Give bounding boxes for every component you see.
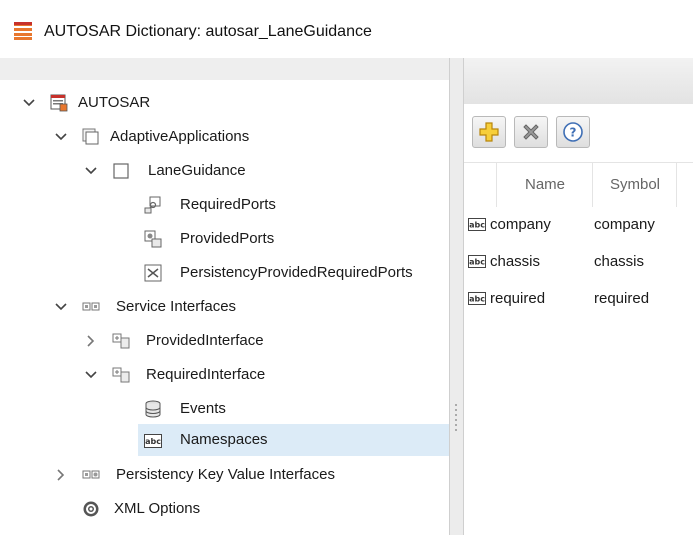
chevron-right-icon[interactable] — [54, 460, 68, 490]
table-row[interactable]: abc chassis chassis — [464, 243, 693, 280]
tree-node-xml-options[interactable]: XML Options — [0, 494, 449, 524]
tree-label: Events — [180, 400, 226, 417]
interface-icon — [112, 333, 130, 349]
autosar-root-icon — [50, 94, 68, 112]
tree-node-autosar[interactable]: AUTOSAR — [0, 88, 449, 118]
delete-button[interactable] — [514, 116, 548, 148]
tree-label: ProvidedPorts — [180, 230, 275, 247]
svg-text:abc: abc — [145, 437, 161, 446]
database-icon — [145, 400, 161, 418]
tree-label: AUTOSAR — [78, 94, 151, 111]
table-row[interactable]: abc company company — [464, 206, 693, 243]
service-interfaces-icon — [82, 302, 100, 311]
tree-label: RequiredInterface — [146, 366, 266, 383]
title-bar: AUTOSAR Dictionary: autosar_LaneGuidance — [0, 0, 693, 59]
tree-node-lane-guidance[interactable]: LaneGuidance — [0, 156, 449, 186]
svg-text:abc: abc — [469, 295, 485, 304]
add-button[interactable] — [472, 116, 506, 148]
pane-splitter[interactable] — [450, 58, 464, 535]
chevron-down-icon[interactable] — [84, 360, 98, 390]
persistency-port-icon — [144, 264, 162, 282]
namespaces-table: Name Symbol abc company company abc chas… — [464, 162, 693, 535]
chevron-down-icon[interactable] — [84, 156, 98, 186]
tree-node-required-ports[interactable]: RequiredPorts — [0, 190, 449, 220]
splitter-grip — [455, 424, 457, 426]
tree-label: LaneGuidance — [148, 162, 246, 179]
add-icon — [479, 122, 499, 142]
tree-node-namespaces[interactable]: abc Namespaces — [138, 424, 449, 456]
table-header: Name Symbol — [464, 162, 693, 207]
cell-symbol: chassis — [594, 253, 645, 270]
tree-node-events[interactable]: Events — [0, 394, 449, 424]
tree-header — [0, 58, 449, 80]
column-header-symbol[interactable]: Symbol — [592, 163, 677, 207]
tree-label: PersistencyProvidedRequiredPorts — [180, 264, 413, 281]
splitter-grip — [455, 429, 457, 431]
persistency-interfaces-icon — [82, 470, 100, 479]
tree-node-required-interface[interactable]: RequiredInterface — [0, 360, 449, 390]
column-header-spacer — [676, 163, 693, 207]
abc-icon: abc — [468, 255, 486, 268]
abc-icon: abc — [468, 218, 486, 231]
cell-symbol: required — [594, 290, 650, 307]
tree-label: XML Options — [114, 500, 201, 517]
table-row[interactable]: abc required required — [464, 280, 693, 317]
splitter-grip — [455, 404, 457, 406]
chevron-down-icon[interactable] — [54, 292, 68, 322]
splitter-grip — [455, 414, 457, 416]
help-icon: ? — [563, 122, 583, 142]
toolbar: ? — [464, 104, 693, 162]
tree-node-provided-interface[interactable]: ProvidedInterface — [0, 326, 449, 356]
cell-symbol: company — [594, 216, 655, 233]
details-pane: ? Name Symbol abc company company abc ch… — [464, 58, 693, 535]
abc-icon: abc — [468, 292, 486, 305]
provided-port-icon — [144, 230, 162, 248]
tree-node-service-interfaces[interactable]: Service Interfaces — [0, 292, 449, 322]
svg-text:abc: abc — [469, 258, 485, 267]
tree-label: RequiredPorts — [180, 196, 276, 213]
tree-node-provided-ports[interactable]: ProvidedPorts — [0, 224, 449, 254]
cell-name: required — [490, 290, 546, 307]
chevron-right-icon[interactable] — [84, 326, 98, 356]
help-button[interactable]: ? — [556, 116, 590, 148]
tree-node-persistency-ports[interactable]: PersistencyProvidedRequiredPorts — [0, 258, 449, 288]
chevron-down-icon[interactable] — [54, 122, 68, 152]
folder-stack-icon — [82, 128, 99, 145]
splitter-grip — [455, 409, 457, 411]
chevron-down-icon[interactable] — [22, 88, 36, 118]
tree-node-persistency-kv-interfaces[interactable]: Persistency Key Value Interfaces — [0, 460, 449, 490]
tree-label: AdaptiveApplications — [110, 128, 250, 145]
tree-label: ProvidedInterface — [146, 332, 264, 349]
cell-name: company — [490, 216, 551, 233]
tree-label: Service Interfaces — [116, 298, 237, 315]
svg-text:?: ? — [570, 126, 577, 140]
component-icon — [113, 163, 129, 179]
gear-icon — [83, 501, 99, 517]
details-header — [464, 58, 693, 105]
svg-text:abc: abc — [469, 221, 485, 230]
window-title: AUTOSAR Dictionary: autosar_LaneGuidance — [44, 23, 372, 40]
autosar-dictionary-icon — [14, 22, 32, 40]
tree-label: Namespaces — [180, 431, 268, 448]
tree-pane: AUTOSAR AdaptiveApplications LaneGuidanc… — [0, 58, 450, 535]
interface-icon — [112, 367, 130, 383]
tree-node-adaptive-applications[interactable]: AdaptiveApplications — [0, 122, 449, 152]
delete-icon — [523, 124, 539, 140]
splitter-grip — [455, 419, 457, 421]
tree-label: Persistency Key Value Interfaces — [116, 466, 335, 483]
abc-icon: abc — [144, 434, 162, 448]
cell-name: chassis — [490, 253, 541, 270]
required-port-icon — [144, 196, 161, 214]
column-header-name[interactable]: Name — [496, 163, 593, 207]
